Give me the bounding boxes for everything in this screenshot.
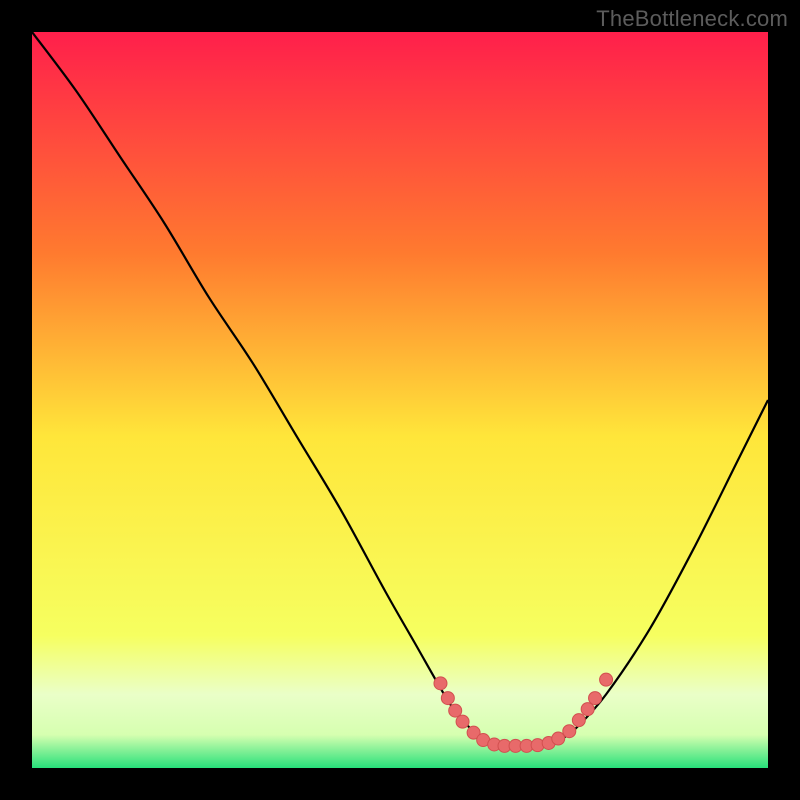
curve-marker — [552, 732, 565, 745]
chart-svg — [32, 32, 768, 768]
curve-marker — [434, 677, 447, 690]
curve-marker — [563, 725, 576, 738]
curve-marker — [572, 714, 585, 727]
curve-marker — [589, 692, 602, 705]
gradient-background — [32, 32, 768, 768]
curve-marker — [581, 703, 594, 716]
curve-marker — [449, 704, 462, 717]
curve-marker — [441, 692, 454, 705]
curve-marker — [456, 715, 469, 728]
chart-stage: TheBottleneck.com — [0, 0, 800, 800]
watermark-text: TheBottleneck.com — [596, 6, 788, 32]
curve-marker — [600, 673, 613, 686]
chart-plot-area — [32, 32, 768, 768]
